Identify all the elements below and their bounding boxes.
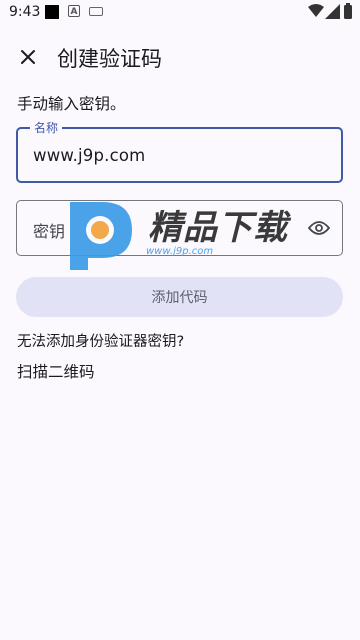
status-bar: 9:43 A — [0, 0, 360, 24]
square-icon — [45, 5, 59, 19]
watermark: 精品下载 www.j9p.com — [62, 196, 302, 276]
key-field-placeholder: 密钥 — [33, 222, 66, 241]
watermark-logo-icon — [70, 202, 132, 270]
wifi-icon — [308, 4, 324, 17]
close-icon[interactable] — [10, 39, 46, 75]
keyboard-icon — [89, 7, 103, 16]
page-title: 创建验证码 — [57, 47, 162, 71]
app-bar: 创建验证码 — [0, 30, 360, 84]
bottom-gesture-area — [0, 626, 360, 640]
watermark-brand: 精品下载 — [148, 208, 288, 248]
name-field[interactable]: 名称 www.j9p.com — [16, 119, 343, 183]
scan-qr-link[interactable]: 扫描二维码 — [17, 360, 95, 382]
instruction-text: 手动输入密钥。 — [17, 95, 126, 113]
no-key-text: 无法添加身份验证器密钥? — [17, 334, 185, 350]
name-field-value[interactable]: www.j9p.com — [33, 146, 145, 165]
signal-icon — [325, 4, 340, 19]
status-time: 9:43 — [9, 4, 41, 20]
a-icon: A — [68, 5, 80, 17]
add-code-button[interactable]: 添加代码 — [16, 277, 343, 317]
battery-icon — [344, 3, 352, 19]
name-field-label: 名称 — [30, 119, 63, 136]
watermark-url: www.j9p.com — [146, 246, 214, 257]
eye-icon[interactable] — [304, 213, 334, 243]
